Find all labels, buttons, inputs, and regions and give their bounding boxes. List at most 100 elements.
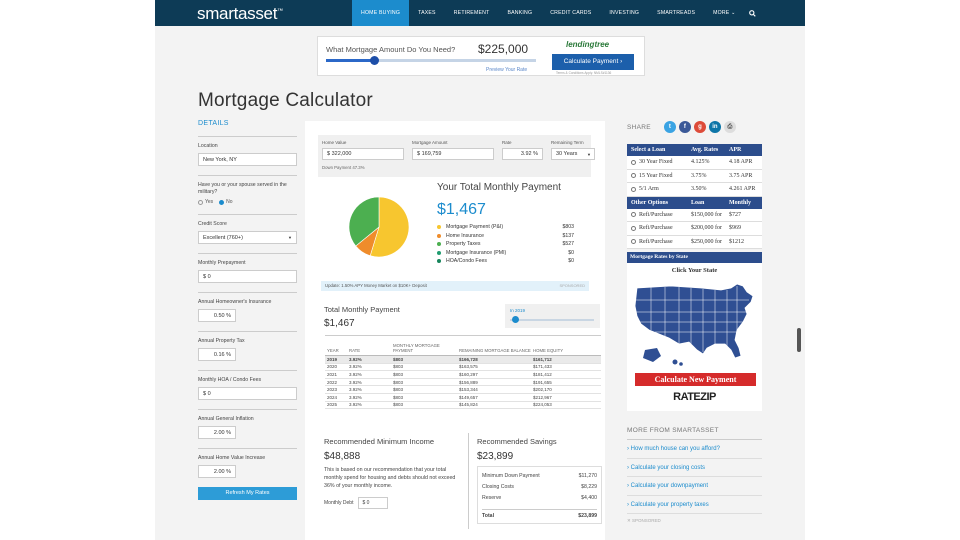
other-option-row[interactable]: Refi/Purchase $200,000 for $969	[627, 222, 762, 236]
state-rates-header: Mortgage Rates by State	[627, 252, 762, 263]
prepayment-input[interactable]: $ 0	[198, 270, 297, 283]
loan-inputs: Home Value $ 322,000 Mortgage Amount $ 1…	[318, 135, 595, 177]
ad-preview-link[interactable]: Preview Your Rate	[486, 67, 527, 73]
option-radio[interactable]	[631, 212, 636, 218]
savings-title: Recommended Savings	[477, 437, 557, 446]
table-cell: $212,967	[533, 394, 552, 400]
chevron-down-icon: ▼	[587, 152, 591, 157]
nav-home-buying[interactable]: HOME BUYING	[352, 0, 410, 26]
nav-taxes[interactable]: TAXES	[409, 0, 445, 26]
year-slider-knob[interactable]	[512, 316, 519, 323]
nav-investing[interactable]: INVESTING	[600, 0, 648, 26]
savings-row: Minimum Down Payment $11,270	[482, 472, 597, 479]
link-property-taxes[interactable]: › Calculate your property taxes	[627, 496, 762, 514]
ad-amount-slider[interactable]	[326, 56, 536, 65]
table-cell: $803	[393, 371, 404, 377]
link-closing-costs[interactable]: › Calculate your closing costs	[627, 459, 762, 477]
year-slider[interactable]	[510, 316, 594, 323]
table-cell: $803	[393, 394, 404, 400]
loan-table-header: Select a Loan Avg. Rates APR	[627, 144, 762, 156]
table-row: 2025 3.92% $803 $145,824 $224,053	[325, 402, 601, 410]
nav-banking[interactable]: BANKING	[498, 0, 541, 26]
table-cell: 2024	[327, 394, 338, 400]
table-row: 2023 3.92% $803 $153,344 $202,170	[325, 386, 601, 394]
monthly-debt-row: Monthly Debt $ 0	[324, 497, 461, 509]
military-radios: Yes No	[198, 199, 297, 205]
table-cell: $145,824	[459, 402, 478, 408]
page-scrollbar[interactable]	[797, 328, 801, 352]
link-downpayment[interactable]: › Calculate your downpayment	[627, 477, 762, 496]
military-yes-radio[interactable]	[198, 199, 203, 205]
monthly-debt-input[interactable]: $ 0	[358, 497, 389, 509]
click-state-label: Click Your State	[671, 267, 718, 274]
home-value-input[interactable]: $ 322,000	[322, 148, 404, 160]
hoa-input[interactable]: $ 0	[198, 387, 297, 400]
col-balance: REMAINING MORTGAGE BALANCE	[459, 348, 531, 353]
details-heading: DETAILS	[198, 120, 229, 127]
ad-question: What Mortgage Amount Do You Need?	[326, 45, 456, 54]
other-option-row[interactable]: Refi/Purchase $250,000 for $1212	[627, 236, 762, 249]
refresh-rates-button[interactable]: Refresh My Rates	[198, 487, 297, 500]
more-from-heading: MORE FROM SMARTASSET	[627, 427, 762, 440]
facebook-icon[interactable]: f	[678, 121, 691, 133]
amortization-amount: $1,467	[324, 318, 355, 329]
money-market-update[interactable]: Update: 1.50% APY Money Market on $10K+ …	[321, 281, 589, 291]
credit-score-value: Excellent (760+)	[203, 235, 243, 241]
savings-row: Reserve $4,400	[482, 494, 597, 501]
rate-input[interactable]: 3.92 %	[502, 148, 543, 160]
smartasset-logo[interactable]: smartasset™	[197, 4, 283, 24]
col-monthly-payment: MONTHLY MORTGAGE PAYMENT	[393, 343, 440, 353]
property-tax-input[interactable]: 0.16 %	[198, 348, 236, 361]
calculate-new-payment-button[interactable]: Calculate New Payment	[635, 373, 756, 386]
us-map[interactable]	[631, 278, 758, 370]
other-option-row[interactable]: Refi/Purchase $150,000 for $727	[627, 209, 762, 222]
table-cell: $160,297	[459, 371, 478, 377]
option-radio[interactable]	[631, 239, 636, 245]
insurance-input[interactable]: 0.50 %	[198, 309, 236, 322]
income-explanation: This is based on our recommendation that…	[324, 467, 456, 489]
loan-option-row[interactable]: 30 Year Fixed 4.125% 4.18 APR	[627, 156, 762, 170]
nav-credit-cards[interactable]: CREDIT CARDS	[541, 0, 600, 26]
nav-smartreads[interactable]: SMARTREADS	[648, 0, 704, 26]
google-plus-icon[interactable]: g	[693, 121, 706, 133]
nav-more[interactable]: MORE ⌄	[704, 0, 745, 26]
term-select[interactable]: 30 Years ▼	[551, 148, 595, 160]
mortgage-amount-input[interactable]: $ 169,759	[412, 148, 494, 160]
total-payment-amount: $1,467	[437, 201, 486, 218]
search-icon[interactable]	[745, 0, 761, 26]
table-cell: $803	[393, 387, 404, 393]
twitter-icon[interactable]: t	[663, 121, 676, 133]
inflation-input[interactable]: 2.00 %	[198, 426, 236, 439]
ad-slider-knob[interactable]	[370, 56, 379, 65]
option-radio[interactable]	[631, 225, 636, 231]
military-yes-label: Yes	[205, 199, 214, 205]
nav-retirement[interactable]: RETIREMENT	[445, 0, 499, 26]
linkedin-icon[interactable]: in	[708, 121, 721, 133]
breakdown-value: $0	[568, 249, 574, 256]
military-no-radio[interactable]	[219, 199, 225, 205]
credit-score-select[interactable]: Excellent (760+) ▼	[198, 231, 297, 244]
savings-total-row: Total $23,899	[482, 509, 597, 520]
loan-rates-widget: Select a Loan Avg. Rates APR 30 Year Fixed…	[627, 144, 762, 249]
location-input[interactable]: New York, NY	[198, 153, 297, 166]
hoa-field: Monthly HOA / Condo Fees $ 0	[198, 370, 297, 400]
loan-radio[interactable]	[631, 186, 636, 192]
loan-radio[interactable]	[631, 159, 636, 165]
sponsored-note: ✕ SPONSORED	[627, 518, 661, 523]
calculate-payment-button[interactable]: Calculate Payment ›	[552, 54, 634, 70]
loan-option-row[interactable]: 5/1 Arm 3.50% 4.261 APR	[627, 183, 762, 197]
print-icon[interactable]: ⎙	[723, 121, 736, 133]
year-slider-box: In 2019	[505, 304, 600, 328]
insurance-label: Annual Homeowner's Insurance	[198, 299, 272, 305]
link-house-afford[interactable]: › How much house can you afford?	[627, 440, 762, 459]
home-value-increase-input[interactable]: 2.00 %	[198, 465, 236, 478]
savings-amount: $23,899	[477, 451, 514, 462]
table-row: 2020 3.92% $803 $163,575 $171,433	[325, 364, 601, 372]
table-cell: 3.92%	[349, 394, 362, 400]
loan-option-row[interactable]: 15 Year Fixed 3.75% 3.75 APR	[627, 170, 762, 183]
loan-radio[interactable]	[631, 173, 636, 179]
table-cell: $149,657	[459, 394, 478, 400]
breakdown-label: Home Insurance	[446, 232, 485, 239]
breakdown-value: $0	[568, 258, 574, 265]
table-body: 2019 3.92% $803 $166,728 $161,712 2020 3.92% $8…	[325, 356, 601, 410]
